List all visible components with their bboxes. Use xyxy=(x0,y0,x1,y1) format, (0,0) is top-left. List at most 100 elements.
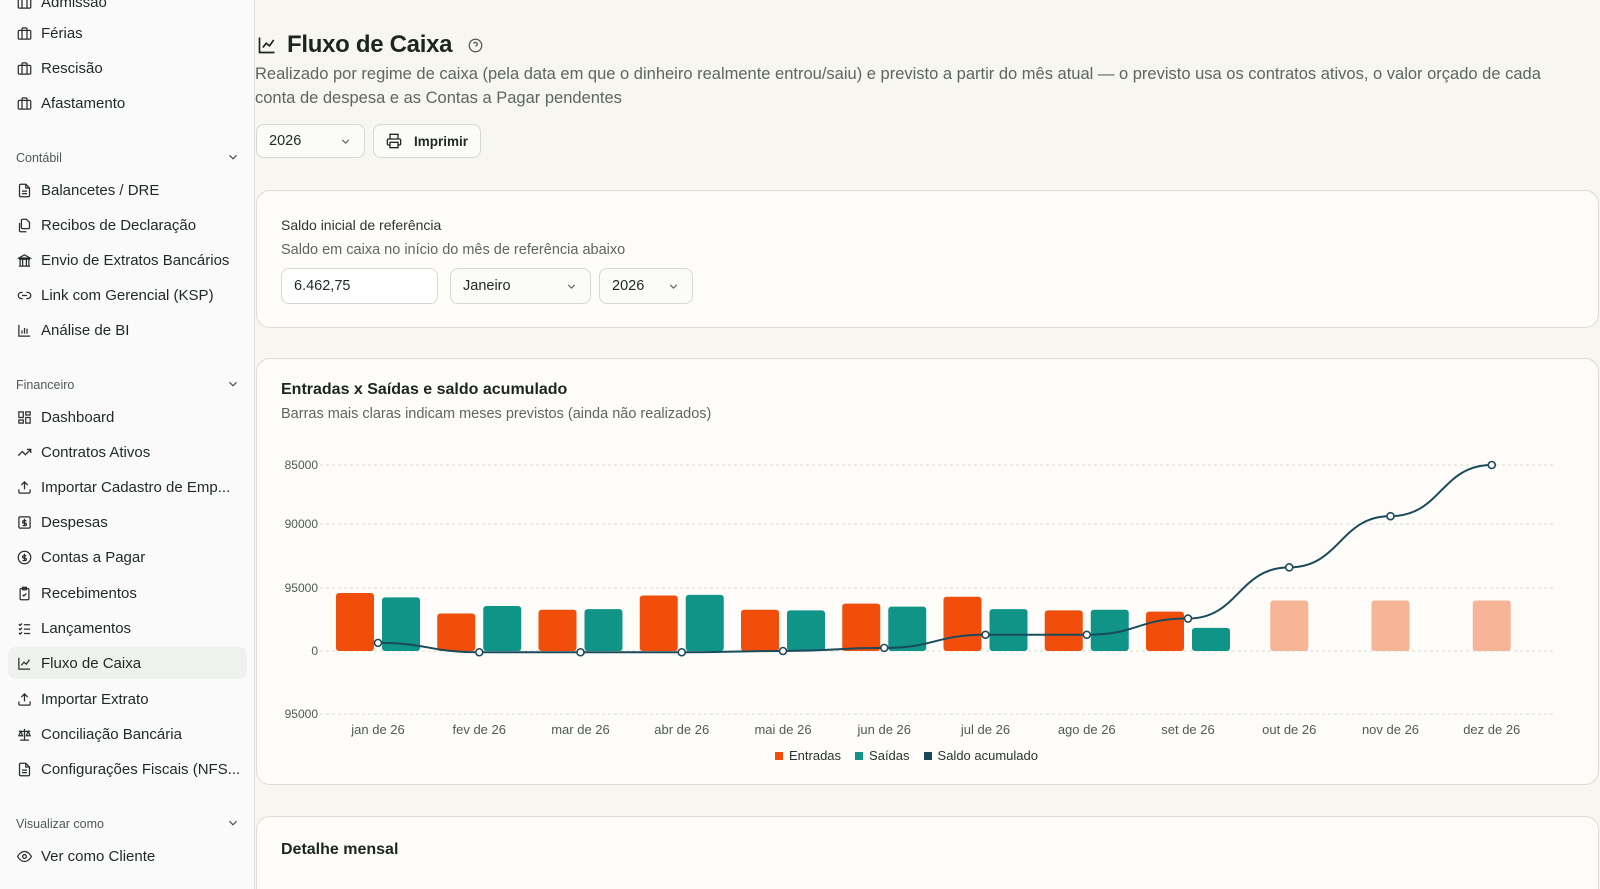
detail-card: Detalhe mensal xyxy=(256,816,1599,889)
legend-swatch xyxy=(923,751,932,760)
sidebar-item-config-fiscais[interactable]: Configurações Fiscais (NFS... xyxy=(8,753,247,785)
legend-label: Saldo acumulado xyxy=(937,748,1038,763)
clipboard-check-icon xyxy=(16,585,32,601)
sidebar-item-importar-extrato[interactable]: Importar Extrato xyxy=(8,683,247,715)
sidebar-item-label: Configurações Fiscais (NFS... xyxy=(41,760,241,778)
sidebar-item-label: Férias xyxy=(41,24,83,42)
line-chart-icon xyxy=(257,35,277,55)
chevron-down-icon[interactable] xyxy=(226,816,240,833)
print-button[interactable]: Imprimir xyxy=(373,124,481,158)
sidebar-item-label: Afastamento xyxy=(41,94,126,112)
sidebar-item-lancamentos[interactable]: Lançamentos xyxy=(8,612,247,644)
briefcase-icon xyxy=(16,60,32,76)
section-visualizar[interactable]: Visualizar como xyxy=(16,814,240,834)
file-text-icon xyxy=(16,182,32,198)
briefcase-icon xyxy=(16,0,32,10)
legend-swatch xyxy=(855,751,864,760)
sidebar-item-analise-bi[interactable]: Análise de BI xyxy=(8,314,247,346)
link-icon xyxy=(16,287,32,303)
sidebar-item-label: Link com Gerencial (KSP) xyxy=(41,286,214,304)
dollar-square-icon xyxy=(16,514,32,530)
year-select-value: 2026 xyxy=(269,133,302,149)
sidebar-item-label: Fluxo de Caixa xyxy=(41,654,142,672)
briefcase-icon xyxy=(16,95,32,111)
chart-subtitle: Barras mais claras indicam meses previst… xyxy=(281,406,712,422)
chevron-down-icon[interactable] xyxy=(226,377,240,394)
sidebar-item-ferias[interactable]: Férias xyxy=(8,17,247,49)
sidebar-item-label: Despesas xyxy=(41,513,108,531)
legend-label: Entradas xyxy=(789,748,842,763)
chart-card: Entradas x Saídas e saldo acumulado Barr… xyxy=(256,358,1599,785)
sidebar-item-label: Importar Extrato xyxy=(41,690,149,708)
legend-item-saldo[interactable]: Saldo acumulado xyxy=(923,748,1038,763)
printer-icon xyxy=(386,133,402,149)
file-text-icon xyxy=(16,761,32,777)
month-select-value: Janeiro xyxy=(463,278,511,294)
section-financeiro[interactable]: Financeiro xyxy=(16,375,240,395)
sidebar-item-fluxo-caixa[interactable]: Fluxo de Caixa xyxy=(8,647,247,679)
legend-swatch xyxy=(775,751,783,760)
legend-label: Saídas xyxy=(869,748,910,763)
dashboard-icon xyxy=(16,409,32,425)
sidebar-item-label: Admissão xyxy=(41,0,107,11)
sidebar-item-dashboard[interactable]: Dashboard xyxy=(8,401,247,433)
files-icon xyxy=(16,217,32,233)
dollar-circle-icon xyxy=(16,549,32,565)
saldo-card-subtitle: Saldo em caixa no início do mês de refer… xyxy=(281,242,626,258)
sidebar-item-conciliacao[interactable]: Conciliação Bancária xyxy=(8,718,247,750)
chevron-down-icon[interactable] xyxy=(226,150,240,167)
bar-chart-icon xyxy=(16,322,32,338)
list-check-icon xyxy=(16,620,32,636)
sidebar-item-label: Contratos Ativos xyxy=(41,443,151,461)
year-select[interactable]: 2026 xyxy=(256,124,365,158)
upload-icon xyxy=(16,479,32,495)
sidebar-item-label: Conciliação Bancária xyxy=(41,725,182,743)
sidebar-item-label: Lançamentos xyxy=(41,619,132,637)
sidebar-item-extratos-bancarios[interactable]: Envio de Extratos Bancários xyxy=(8,244,247,276)
upload-icon xyxy=(16,691,32,707)
section-title-label: Contábil xyxy=(16,151,62,165)
page-title: Fluxo de Caixa xyxy=(287,31,453,58)
sidebar-item-admissao[interactable]: Admissão xyxy=(8,0,247,18)
sidebar-item-recibos[interactable]: Recibos de Declaração xyxy=(8,209,247,241)
sidebar-item-label: Rescisão xyxy=(41,59,103,77)
trending-up-icon xyxy=(16,444,32,460)
sidebar-item-contratos-ativos[interactable]: Contratos Ativos xyxy=(8,436,247,468)
line-chart-icon xyxy=(16,655,32,671)
bank-icon xyxy=(16,252,32,268)
sidebar-item-importar-cadastro[interactable]: Importar Cadastro de Emp... xyxy=(8,471,247,503)
legend-item-entradas[interactable]: Entradas xyxy=(775,748,841,763)
sidebar-item-afastamento[interactable]: Afastamento xyxy=(8,87,247,119)
sidebar-item-label: Dashboard xyxy=(41,408,115,426)
help-circle-icon[interactable] xyxy=(468,38,483,53)
sidebar-item-link-gerencial[interactable]: Link com Gerencial (KSP) xyxy=(8,279,247,311)
month-select[interactable]: Janeiro xyxy=(450,268,591,304)
section-title-label: Financeiro xyxy=(16,378,75,392)
section-title-label: Visualizar como xyxy=(16,817,105,831)
sidebar-item-label: Recebimentos xyxy=(41,584,137,602)
saldo-value-input[interactable]: 6.462,75 xyxy=(281,268,438,304)
sidebar-item-ver-cliente[interactable]: Ver como Cliente xyxy=(8,840,247,872)
chart-legend: Entradas Saídas Saldo acumulado xyxy=(775,748,1052,763)
sidebar-item-label: Importar Cadastro de Emp... xyxy=(41,478,231,496)
section-contabil[interactable]: Contábil xyxy=(16,148,240,168)
saldo-year-select[interactable]: 2026 xyxy=(599,268,693,304)
eye-icon xyxy=(16,848,32,864)
legend-item-saidas[interactable]: Saídas xyxy=(855,748,910,763)
sidebar-item-label: Contas a Pagar xyxy=(41,548,146,566)
print-button-label: Imprimir xyxy=(414,133,469,149)
sidebar-item-label: Recibos de Declaração xyxy=(41,216,197,234)
saldo-card-title: Saldo inicial de referência xyxy=(281,217,442,233)
sidebar-item-recebimentos[interactable]: Recebimentos xyxy=(8,577,247,609)
sidebar-item-label: Análise de BI xyxy=(41,321,130,339)
chevron-down-icon xyxy=(339,135,364,148)
sidebar-item-label: Balancetes / DRE xyxy=(41,181,160,199)
sidebar-item-balancetes[interactable]: Balancetes / DRE xyxy=(8,174,247,206)
scale-icon xyxy=(16,726,32,742)
sidebar-item-label: Envio de Extratos Bancários xyxy=(41,251,230,269)
sidebar-item-contas-pagar[interactable]: Contas a Pagar xyxy=(8,541,247,573)
sidebar: Admissão Férias Rescisão Afastamento Con… xyxy=(0,0,255,889)
page-header: Fluxo de Caixa xyxy=(257,31,483,59)
sidebar-item-despesas[interactable]: Despesas xyxy=(8,506,247,538)
sidebar-item-rescisao[interactable]: Rescisão xyxy=(8,52,247,84)
